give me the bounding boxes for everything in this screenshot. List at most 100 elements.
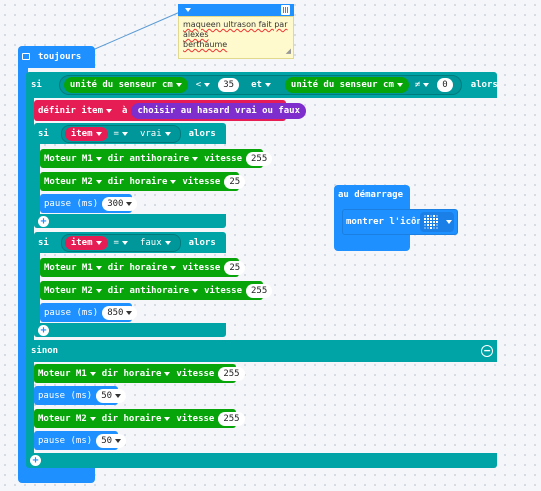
bool-true-dropdown-icon[interactable] xyxy=(164,131,171,136)
if-false-block[interactable]: si item = faux alors xyxy=(34,232,226,253)
pause-else2-dropdown-icon[interactable] xyxy=(115,438,122,443)
item-var-true-dropdown-icon[interactable] xyxy=(95,131,102,136)
on-start-block[interactable]: au démarrage montrer l'icône xyxy=(334,185,458,251)
item-var-true[interactable]: item xyxy=(64,126,108,141)
bool-false-dropdown-icon[interactable] xyxy=(164,240,171,245)
bool-false-block[interactable]: faux xyxy=(133,235,177,250)
motor-m1-else-block[interactable]: Moteur M1 dir horaire vitesse 255 xyxy=(34,364,245,383)
motor-m1-else-dir-dropdown-icon[interactable] xyxy=(164,371,171,376)
on-start-label: au démarrage xyxy=(338,190,404,200)
pause-else1-value: 50 xyxy=(101,390,113,401)
pause-true-block[interactable]: pause (ms) 300 xyxy=(40,194,138,213)
item-var-false[interactable]: item xyxy=(64,235,108,250)
motor-m1-true-speed-input[interactable]: 255 xyxy=(246,151,273,166)
bool-true-block[interactable]: vrai xyxy=(133,126,177,141)
item-var-true-label: item xyxy=(70,128,93,139)
motor-m2-false-dropdown-icon[interactable] xyxy=(95,288,102,293)
motor-m2-else-dir[interactable]: dir horaire xyxy=(102,414,162,424)
motor-m2-else-speed-input[interactable]: 255 xyxy=(218,411,245,426)
pause-else1-input[interactable]: 50 xyxy=(96,388,127,403)
motor-m1-false-speed-input[interactable]: 25 xyxy=(224,260,246,275)
motor-m1-false-block[interactable]: Moteur M1 dir horaire vitesse 25 xyxy=(40,258,246,277)
motor-m2-false-dir-dropdown-icon[interactable] xyxy=(192,288,199,293)
pause-false-block[interactable]: pause (ms) 850 xyxy=(40,303,138,322)
motor-m2-else-dropdown-icon[interactable] xyxy=(89,416,96,421)
heart-icon xyxy=(424,215,438,229)
item-var-false-dropdown-icon[interactable] xyxy=(95,240,102,245)
pause-true-value: 300 xyxy=(107,198,124,209)
if-true-block[interactable]: si item = vrai alors xyxy=(34,123,226,144)
comment-header[interactable] xyxy=(178,4,294,16)
motor-m1-true-block[interactable]: Moteur M1 dir antihoraire vitesse 255 xyxy=(40,149,273,168)
random-boolean-block[interactable]: choisir au hasard vrai ou faux xyxy=(131,102,307,119)
pause-true-input[interactable]: 300 xyxy=(102,196,138,211)
sonar-left-block[interactable]: unité du senseur cm xyxy=(63,77,188,93)
motor-m1-else-speed-input[interactable]: 255 xyxy=(218,366,245,381)
motor-m2-else-dir-dropdown-icon[interactable] xyxy=(164,416,171,421)
motor-m2-false-block[interactable]: Moteur M2 dir antihoraire vitesse 255 xyxy=(40,281,273,300)
compare-false-expression[interactable]: item = faux xyxy=(60,233,181,252)
trash-icon[interactable] xyxy=(281,5,290,15)
if-block[interactable]: si unité du senseur cm < 35 et unité du … xyxy=(26,72,498,98)
motor-m2-false-speed-input[interactable]: 255 xyxy=(246,283,273,298)
and-dropdown-icon[interactable] xyxy=(264,83,271,87)
motor-m1-else-dropdown-icon[interactable] xyxy=(89,371,96,376)
op1-dropdown[interactable]: < xyxy=(192,77,214,93)
motor-m2-false-dir[interactable]: dir antihoraire xyxy=(108,286,189,296)
pause-else2-block[interactable]: pause (ms) 50 xyxy=(34,431,127,450)
comment-block[interactable]: maqueen ultrason fait par alexes berthau… xyxy=(178,4,294,59)
motor-m2-true-dir-dropdown-icon[interactable] xyxy=(170,179,177,184)
compare-true-expression[interactable]: item = vrai xyxy=(60,124,181,143)
motor-m2-else-label: Moteur M2 xyxy=(38,413,87,424)
motor-m1-false-dropdown-icon[interactable] xyxy=(95,265,102,270)
motor-m2-true-dropdown-icon[interactable] xyxy=(95,179,102,184)
pause-true-dropdown-icon[interactable] xyxy=(126,201,133,206)
else-arm xyxy=(26,362,34,454)
eq-true-dropdown-icon[interactable] xyxy=(121,131,128,136)
motor-m2-true-block[interactable]: Moteur M2 dir horaire vitesse 25 xyxy=(40,172,246,191)
comment-body[interactable]: maqueen ultrason fait par alexes berthau… xyxy=(178,16,294,59)
remove-else-icon[interactable]: − xyxy=(481,345,493,357)
sonar-right-block[interactable]: unité du senseur cm xyxy=(284,77,409,93)
motor-m2-true-dir[interactable]: dir horaire xyxy=(108,177,168,187)
sonar-left-dropdown-icon[interactable] xyxy=(175,83,182,87)
sonar-right-dropdown-icon[interactable] xyxy=(396,83,403,87)
if-true-add-icon[interactable]: + xyxy=(38,216,49,227)
resize-handle-icon[interactable]: ◢ xyxy=(286,46,291,56)
if-add-icon[interactable]: + xyxy=(30,455,41,466)
forever-block[interactable]: toujours xyxy=(18,46,95,68)
show-icon-label: montrer l'icône xyxy=(346,217,428,227)
if-false-add-icon[interactable]: + xyxy=(38,325,49,336)
val2-input[interactable]: 0 xyxy=(437,78,453,92)
and-expression[interactable]: unité du senseur cm < 35 et unité du sen… xyxy=(58,75,462,95)
eq-false-dropdown-icon[interactable] xyxy=(121,240,128,245)
motor-m1-true-dir[interactable]: dir antihoraire xyxy=(108,154,189,164)
op2-dropdown[interactable]: ≠ xyxy=(411,77,433,93)
pause-else1-dropdown-icon[interactable] xyxy=(115,393,122,398)
icon-picker-dropdown-icon[interactable] xyxy=(446,220,452,224)
if-false-alors-label: alors xyxy=(188,237,216,248)
motor-m2-true-speed-input[interactable]: 25 xyxy=(224,174,246,189)
motor-m1-false-dir[interactable]: dir horaire xyxy=(108,263,168,273)
item-var-false-label: item xyxy=(70,237,93,248)
if-false-footer: + xyxy=(34,323,226,337)
motor-m1-true-speed-label: vitesse xyxy=(204,153,242,164)
set-item-dropdown-icon[interactable] xyxy=(106,108,113,113)
set-variable-block[interactable]: définir item à choisir au hasard vrai ou… xyxy=(34,100,307,121)
motor-m1-false-dir-dropdown-icon[interactable] xyxy=(170,265,177,270)
random-boolean-label: choisir au hasard vrai ou faux xyxy=(137,105,301,116)
pause-false-input[interactable]: 850 xyxy=(102,305,138,320)
collapse-chevron-icon[interactable] xyxy=(185,8,191,12)
show-icon-block[interactable]: montrer l'icône xyxy=(342,209,458,235)
forever-footer xyxy=(18,466,95,483)
motor-m1-else-dir[interactable]: dir horaire xyxy=(102,369,162,379)
pause-false-dropdown-icon[interactable] xyxy=(126,310,133,315)
motor-m1-true-dir-dropdown-icon[interactable] xyxy=(192,156,199,161)
pause-else1-block[interactable]: pause (ms) 50 xyxy=(34,386,127,405)
pause-else2-input[interactable]: 50 xyxy=(96,433,127,448)
else-section[interactable]: sinon − xyxy=(26,340,497,362)
motor-m2-else-block[interactable]: Moteur M2 dir horaire vitesse 255 xyxy=(34,409,245,428)
icon-picker[interactable] xyxy=(420,212,454,232)
motor-m1-true-dropdown-icon[interactable] xyxy=(95,156,102,161)
val1-input[interactable]: 35 xyxy=(218,78,240,92)
